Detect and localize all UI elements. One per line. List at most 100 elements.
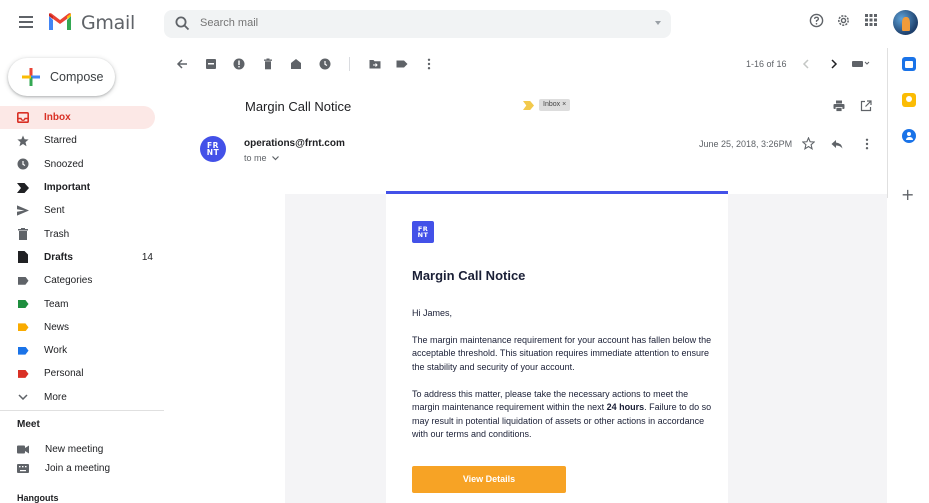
side-panel-divider bbox=[887, 48, 888, 198]
chevron-down-icon[interactable] bbox=[272, 156, 279, 161]
sidebar-item-label: Inbox bbox=[44, 112, 71, 124]
reply-icon[interactable] bbox=[831, 138, 843, 150]
archive-icon[interactable] bbox=[205, 58, 217, 70]
email-content-card: FR NT Margin Call Notice Hi James, The m… bbox=[386, 191, 728, 503]
app-name[interactable]: Gmail bbox=[81, 12, 135, 34]
email-date: June 25, 2018, 3:26PM bbox=[699, 139, 793, 149]
move-to-icon[interactable] bbox=[369, 58, 381, 70]
video-camera-icon bbox=[17, 445, 29, 454]
add-on-plus-icon[interactable]: + bbox=[901, 185, 914, 204]
contacts-app-icon[interactable] bbox=[902, 129, 916, 143]
sidebar-item-inbox[interactable]: Inbox bbox=[0, 106, 155, 130]
search-icon[interactable] bbox=[174, 15, 192, 33]
sidebar-item-categories[interactable]: Categories bbox=[0, 269, 164, 292]
toolbar-divider bbox=[349, 57, 350, 71]
star-outline-icon[interactable] bbox=[802, 137, 815, 150]
label-icon bbox=[17, 275, 29, 287]
label-icon bbox=[17, 321, 29, 333]
sidebar-divider bbox=[0, 410, 164, 411]
older-chevron-right-icon[interactable] bbox=[828, 58, 840, 70]
snooze-icon[interactable] bbox=[319, 58, 331, 70]
account-avatar[interactable] bbox=[893, 10, 918, 35]
sidebar-item-label: News bbox=[44, 321, 70, 333]
search-bar[interactable] bbox=[164, 10, 671, 38]
search-options-icon[interactable] bbox=[655, 21, 661, 25]
sidebar-item-starred[interactable]: Starred bbox=[0, 129, 164, 152]
sender-email[interactable]: operations@frnt.com bbox=[244, 138, 345, 149]
top-bar: Gmail bbox=[0, 0, 929, 48]
back-arrow-icon[interactable] bbox=[176, 58, 188, 70]
sidebar-item-snoozed[interactable]: Snoozed bbox=[0, 153, 164, 176]
hangouts-section-title: Hangouts bbox=[17, 493, 59, 503]
sidebar-item-personal[interactable]: Personal bbox=[0, 362, 164, 385]
main-menu-icon[interactable] bbox=[19, 16, 33, 28]
sidebar-item-drafts[interactable]: Drafts 14 bbox=[0, 246, 164, 269]
delete-icon[interactable] bbox=[262, 58, 274, 70]
label-icon bbox=[17, 345, 29, 357]
sidebar-item-label: Starred bbox=[44, 135, 77, 147]
compose-label: Compose bbox=[50, 70, 104, 84]
pagination-count: 1-16 of 16 bbox=[746, 59, 787, 69]
label-icon bbox=[17, 368, 29, 380]
sidebar-item-work[interactable]: Work bbox=[0, 339, 164, 362]
search-input[interactable] bbox=[200, 17, 600, 29]
frnt-logo: FR NT bbox=[412, 221, 434, 243]
keyboard-icon bbox=[17, 464, 29, 473]
join-meeting-link[interactable]: Join a meeting bbox=[17, 463, 110, 474]
sidebar-item-more[interactable]: More bbox=[0, 386, 164, 409]
compose-button[interactable]: Compose bbox=[8, 58, 115, 96]
important-icon bbox=[17, 182, 29, 194]
drafts-count: 14 bbox=[141, 251, 153, 263]
sidebar-item-label: Team bbox=[44, 298, 69, 310]
email-subject: Margin Call Notice bbox=[245, 99, 352, 114]
newer-chevron-left-icon[interactable] bbox=[800, 58, 812, 70]
inbox-label-chip[interactable]: Inbox × bbox=[539, 99, 571, 111]
sidebar-item-team[interactable]: Team bbox=[0, 292, 164, 315]
deadline-text: 24 hours bbox=[606, 402, 645, 413]
sidebar-item-label: Drafts bbox=[44, 251, 73, 263]
sidebar-item-trash[interactable]: Trash bbox=[0, 222, 164, 245]
email-paragraph-2: To address this matter, please take the … bbox=[412, 388, 712, 441]
join-meeting-label: Join a meeting bbox=[45, 463, 111, 474]
gmail-logo-icon[interactable] bbox=[47, 12, 73, 32]
new-meeting-label: New meeting bbox=[45, 444, 104, 455]
more-options-icon[interactable] bbox=[423, 58, 435, 70]
open-new-window-icon[interactable] bbox=[860, 100, 872, 112]
report-spam-icon[interactable] bbox=[233, 58, 245, 70]
view-details-button[interactable]: View Details bbox=[412, 466, 566, 493]
email-greeting: Hi James, bbox=[412, 308, 453, 318]
avatar-text-line: NT bbox=[206, 148, 220, 157]
meet-section-title: Meet bbox=[17, 419, 40, 430]
labels-icon[interactable] bbox=[396, 58, 408, 70]
input-tools-keyboard-icon[interactable] bbox=[852, 58, 870, 70]
calendar-app-icon[interactable] bbox=[902, 57, 916, 71]
sidebar-item-label: Sent bbox=[44, 205, 65, 217]
settings-gear-icon[interactable] bbox=[836, 13, 851, 28]
help-icon[interactable] bbox=[809, 13, 824, 28]
sidebar-item-label: Work bbox=[44, 345, 68, 357]
sidebar-item-news[interactable]: News bbox=[0, 316, 164, 339]
sidebar-item-important[interactable]: Important bbox=[0, 176, 164, 199]
send-icon bbox=[17, 205, 29, 217]
recipient-details[interactable]: to me bbox=[244, 153, 279, 163]
logo-text-line: NT bbox=[417, 231, 429, 239]
inbox-icon bbox=[17, 112, 29, 124]
print-icon[interactable] bbox=[833, 100, 845, 112]
email-heading: Margin Call Notice bbox=[412, 268, 526, 283]
label-icon bbox=[17, 298, 29, 310]
chevron-down-icon bbox=[17, 391, 29, 403]
sidebar-item-label: Categories bbox=[44, 275, 93, 287]
draft-icon bbox=[17, 251, 29, 264]
sidebar-nav: Inbox Starred Snoozed Important Sent Tra… bbox=[0, 106, 164, 409]
sidebar-item-label: Snoozed bbox=[44, 158, 84, 170]
sidebar-item-label: Personal bbox=[44, 368, 84, 380]
trash-icon bbox=[17, 228, 29, 241]
importance-marker-icon[interactable] bbox=[523, 101, 534, 110]
new-meeting-link[interactable]: New meeting bbox=[17, 444, 103, 455]
sidebar-item-sent[interactable]: Sent bbox=[0, 199, 164, 222]
sender-avatar[interactable]: FR NT bbox=[200, 136, 226, 162]
apps-grid-icon[interactable] bbox=[864, 13, 878, 27]
mark-unread-icon[interactable] bbox=[290, 58, 302, 70]
message-more-options-icon[interactable] bbox=[861, 138, 873, 150]
keep-app-icon[interactable] bbox=[902, 93, 916, 107]
